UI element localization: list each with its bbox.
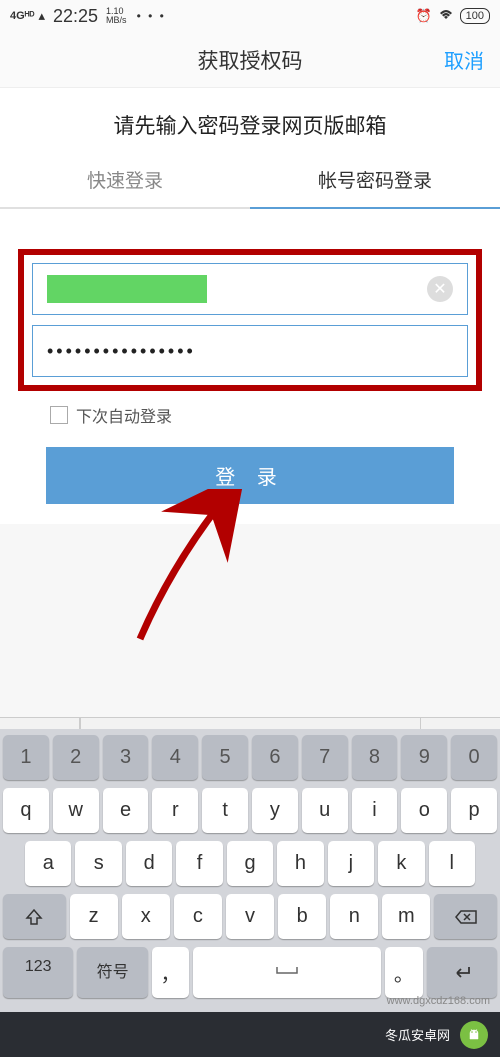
key-t[interactable]: t: [202, 788, 248, 833]
key-r[interactable]: r: [152, 788, 198, 833]
status-bar: 4Gᴴᴰ ▴ 22:25 1.10 MB/s • • • ⏰ 100: [0, 0, 500, 32]
password-value: ••••••••••••••••: [47, 341, 196, 362]
battery-icon: 100: [460, 8, 490, 24]
auto-login-label: 下次自动登录: [76, 403, 172, 427]
key-7[interactable]: 7: [302, 735, 348, 780]
key-k[interactable]: k: [378, 841, 424, 886]
key-row-numbers: 1 2 3 4 5 6 7 8 9 0: [3, 735, 497, 780]
auto-login-checkbox[interactable]: [50, 406, 68, 424]
key-c[interactable]: c: [174, 894, 222, 939]
key-q[interactable]: q: [3, 788, 49, 833]
key-row-1: q w e r t y u i o p: [3, 788, 497, 833]
keyboard: 1 2 3 4 5 6 7 8 9 0 q w e r t y u i o p …: [0, 729, 500, 1012]
key-5[interactable]: 5: [202, 735, 248, 780]
auto-login-row[interactable]: 下次自动登录: [50, 403, 482, 427]
nav-bar: 获取授权码 取消: [0, 32, 500, 88]
bottom-bar: 冬瓜安卓网: [0, 1012, 500, 1057]
key-w[interactable]: w: [53, 788, 99, 833]
clear-icon[interactable]: ✕: [427, 276, 453, 302]
cancel-button[interactable]: 取消: [444, 45, 484, 74]
key-2[interactable]: 2: [53, 735, 99, 780]
key-l[interactable]: l: [429, 841, 475, 886]
android-icon: [460, 1021, 488, 1049]
network-icon: 4Gᴴᴰ: [10, 10, 34, 22]
username-field[interactable]: ✕: [32, 263, 468, 315]
key-x[interactable]: x: [122, 894, 170, 939]
tab-password-login[interactable]: 帐号密码登录: [250, 152, 500, 207]
login-button[interactable]: 登 录: [46, 447, 454, 504]
key-0[interactable]: 0: [451, 735, 497, 780]
key-period[interactable]: 。: [385, 947, 423, 998]
key-row-2: a s d f g h j k l: [3, 841, 497, 886]
key-p[interactable]: p: [451, 788, 497, 833]
form-area: ✕ •••••••••••••••• 下次自动登录 登 录: [0, 209, 500, 524]
key-s[interactable]: s: [75, 841, 121, 886]
key-m[interactable]: m: [382, 894, 430, 939]
status-left: 4Gᴴᴰ ▴ 22:25 1.10 MB/s • • •: [10, 6, 166, 27]
key-4[interactable]: 4: [152, 735, 198, 780]
instruction-text: 请先输入密码登录网页版邮箱: [0, 88, 500, 152]
key-row-4: 123 符号 ， 。: [3, 947, 497, 998]
key-b[interactable]: b: [278, 894, 326, 939]
key-g[interactable]: g: [227, 841, 273, 886]
key-i[interactable]: i: [352, 788, 398, 833]
key-n[interactable]: n: [330, 894, 378, 939]
key-9[interactable]: 9: [401, 735, 447, 780]
key-z[interactable]: z: [70, 894, 118, 939]
tab-quick-login[interactable]: 快速登录: [0, 152, 250, 207]
key-shift[interactable]: [3, 894, 66, 939]
signal-icon: ▴: [38, 8, 45, 24]
key-v[interactable]: v: [226, 894, 274, 939]
key-backspace[interactable]: [434, 894, 497, 939]
key-y[interactable]: y: [252, 788, 298, 833]
status-dots: • • •: [137, 9, 166, 23]
status-speed: 1.10 MB/s: [106, 7, 127, 25]
key-j[interactable]: j: [328, 841, 374, 886]
key-f[interactable]: f: [176, 841, 222, 886]
key-6[interactable]: 6: [252, 735, 298, 780]
status-right: ⏰ 100: [415, 8, 490, 24]
username-redacted: [47, 275, 207, 303]
login-tabs: 快速登录 帐号密码登录: [0, 152, 500, 209]
key-row-3: z x c v b n m: [3, 894, 497, 939]
alarm-icon: ⏰: [415, 8, 431, 24]
watermark-url: www.dgxcdz168.com: [387, 995, 490, 1007]
key-1[interactable]: 1: [3, 735, 49, 780]
status-time: 22:25: [53, 6, 98, 27]
key-d[interactable]: d: [126, 841, 172, 886]
wifi-icon: [438, 9, 454, 24]
key-e[interactable]: e: [103, 788, 149, 833]
key-u[interactable]: u: [302, 788, 348, 833]
key-o[interactable]: o: [401, 788, 447, 833]
page-title: 获取授权码: [198, 45, 303, 75]
key-3[interactable]: 3: [103, 735, 149, 780]
key-h[interactable]: h: [277, 841, 323, 886]
key-123[interactable]: 123: [3, 947, 73, 998]
key-a[interactable]: a: [25, 841, 71, 886]
key-8[interactable]: 8: [352, 735, 398, 780]
highlight-box: ✕ ••••••••••••••••: [18, 249, 482, 391]
key-comma[interactable]: ，: [152, 947, 190, 998]
key-space[interactable]: [193, 947, 381, 998]
key-enter[interactable]: [427, 947, 497, 998]
watermark-text: 冬瓜安卓网: [385, 1025, 450, 1044]
key-symbol[interactable]: 符号: [77, 947, 147, 998]
password-field[interactable]: ••••••••••••••••: [32, 325, 468, 377]
annotation-arrow: [120, 489, 260, 649]
